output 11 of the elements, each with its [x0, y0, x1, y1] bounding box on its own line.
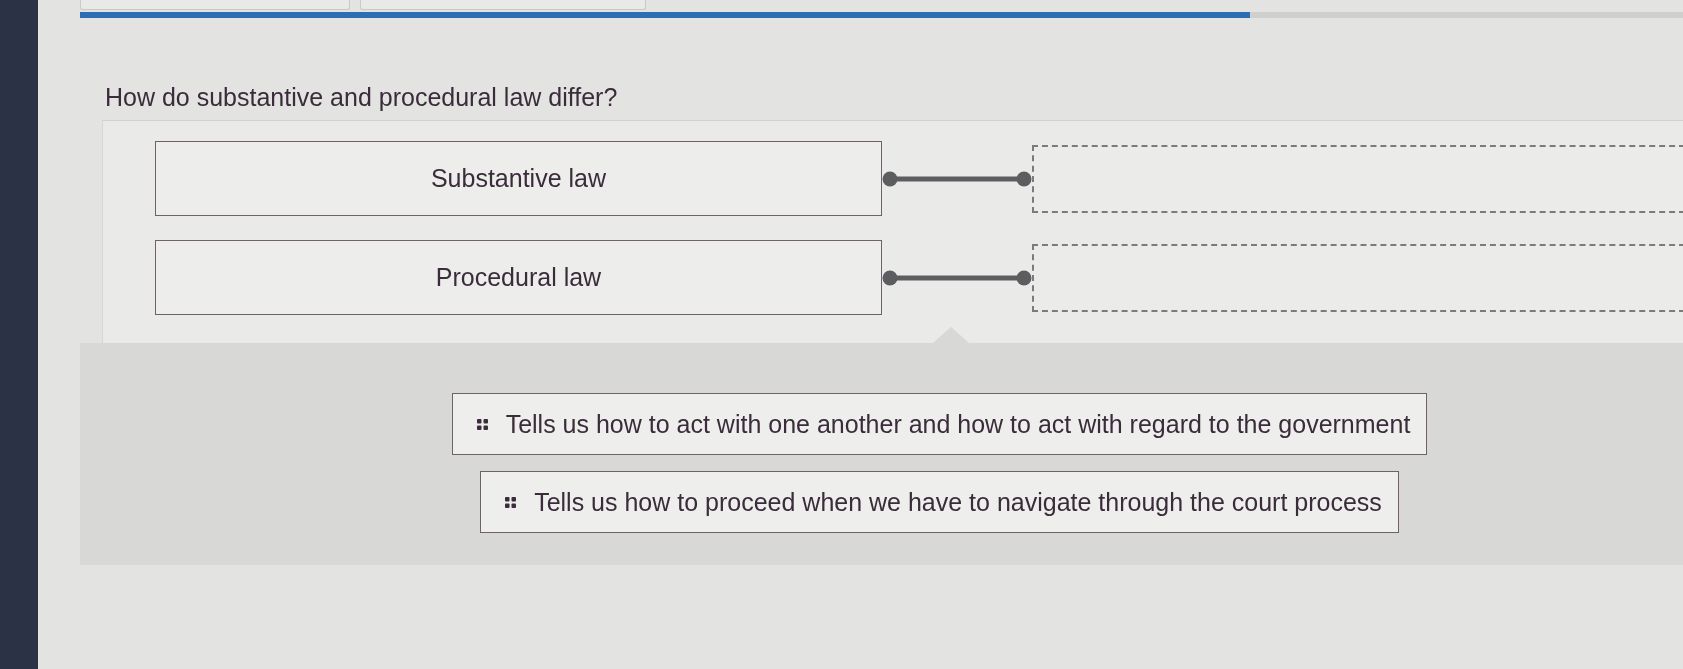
- drop-zone[interactable]: [1032, 243, 1683, 312]
- answer-option[interactable]: Tells us how to proceed when we have to navigate through the court process: [480, 471, 1399, 533]
- answer-option[interactable]: Tells us how to act with one another and how to act with regard to the government: [451, 393, 1428, 455]
- connector-icon: [882, 170, 1032, 187]
- drag-handle-icon: [505, 496, 517, 508]
- premise-card: Substantive law: [155, 141, 882, 216]
- drag-handle-icon: [476, 418, 488, 430]
- question-text: How do substantive and procedural law differ?: [105, 82, 619, 112]
- drop-zone[interactable]: [1032, 144, 1683, 213]
- premise-card: Procedural law: [155, 240, 882, 315]
- connector-icon: [882, 269, 1032, 286]
